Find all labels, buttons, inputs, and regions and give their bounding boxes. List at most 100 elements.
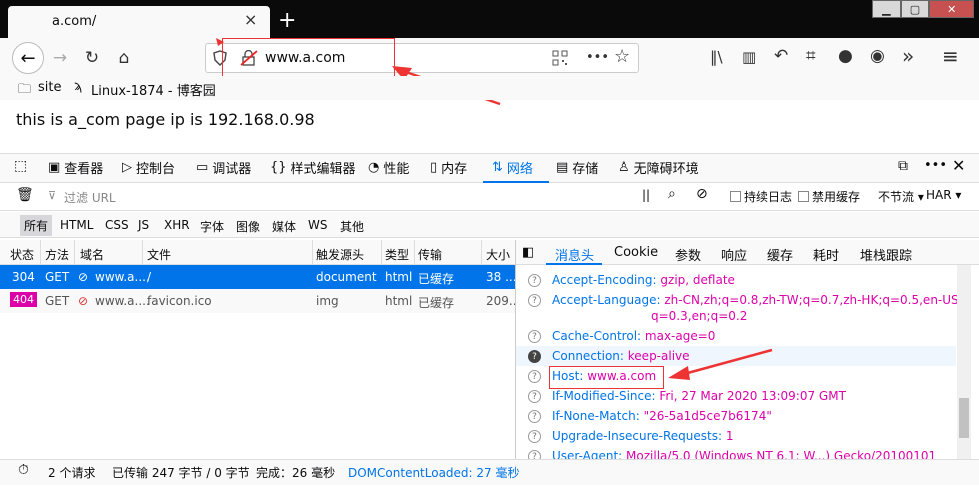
- filter-font[interactable]: 字体: [200, 218, 224, 235]
- element-picker-icon[interactable]: ⬚: [14, 158, 27, 174]
- bookmark-site[interactable]: site: [38, 80, 61, 95]
- disable-cache-checkbox[interactable]: 禁用缓存: [798, 188, 860, 205]
- toggle-sidebar-icon[interactable]: ◧: [522, 245, 534, 260]
- tab-params[interactable]: 参数: [675, 245, 701, 264]
- new-tab-button[interactable]: +: [278, 8, 296, 33]
- style-editor-icon: {}: [270, 160, 287, 175]
- bookmark-star-icon[interactable]: ☆: [614, 46, 630, 67]
- filter-html[interactable]: HTML: [60, 218, 93, 232]
- qr-code-icon[interactable]: [552, 50, 568, 66]
- bookmark-blog[interactable]: Linux-1874 - 博客园: [91, 80, 216, 99]
- tab-stack-trace[interactable]: 堆栈跟踪: [860, 245, 912, 264]
- help-icon[interactable]: ?: [528, 410, 541, 423]
- col-domain[interactable]: 域名: [80, 246, 104, 263]
- header-row[interactable]: Accept-Language: zh-CN,zh;q=0.8,zh-TW;q=…: [552, 293, 963, 307]
- help-icon[interactable]: ?: [528, 330, 541, 343]
- persist-logs-checkbox[interactable]: 持续日志: [730, 188, 792, 205]
- dock-icon[interactable]: ⧉: [898, 158, 908, 174]
- tab-style-editor[interactable]: {} 样式编辑器: [270, 158, 356, 177]
- col-size[interactable]: 大小: [486, 246, 510, 263]
- tab-accessibility[interactable]: ♙ 无障碍环境: [618, 158, 699, 177]
- forward-button[interactable]: →: [48, 46, 72, 70]
- help-icon[interactable]: ?: [528, 390, 541, 403]
- close-window-button[interactable]: ✕: [929, 0, 975, 18]
- checkbox[interactable]: [798, 191, 809, 202]
- annotation-box-host: [549, 366, 664, 389]
- library-icon[interactable]: ‖\: [710, 48, 723, 66]
- browser-tab[interactable]: [8, 6, 270, 38]
- window-controls: ▁ ▢ ✕: [872, 0, 975, 20]
- help-icon[interactable]: ?: [528, 430, 541, 443]
- clear-trash-icon[interactable]: 🗑: [16, 187, 34, 203]
- header-row[interactable]: Accept-Encoding: gzip, deflate: [552, 273, 735, 287]
- pause-icon[interactable]: ||: [642, 188, 650, 202]
- help-icon[interactable]: ?: [528, 294, 541, 307]
- filter-other[interactable]: 其他: [340, 218, 364, 235]
- header-row[interactable]: Cache-Control: max-age=0: [552, 329, 715, 343]
- col-method[interactable]: 方法: [45, 246, 69, 263]
- filter-ws[interactable]: WS: [308, 218, 327, 232]
- account-icon[interactable]: ◉: [870, 46, 885, 66]
- block-icon[interactable]: ⊘: [696, 186, 708, 202]
- filter-all[interactable]: 所有: [20, 215, 53, 236]
- filter-image[interactable]: 图像: [236, 218, 260, 235]
- sidebar-icon[interactable]: ▥: [742, 48, 756, 66]
- throttle-select[interactable]: 不节流 ▾: [878, 188, 924, 205]
- back-button[interactable]: ←: [12, 42, 44, 74]
- cause: img: [316, 294, 339, 308]
- header-row[interactable]: Upgrade-Insecure-Requests: 1: [552, 429, 734, 443]
- devtools-menu-icon[interactable]: •••: [924, 158, 947, 173]
- reload-button[interactable]: ↻: [80, 46, 104, 70]
- tab-response[interactable]: 响应: [721, 245, 747, 264]
- table-row[interactable]: 304 GET ⊘ www.a.... / document html 已缓存 …: [0, 265, 517, 289]
- tab-cookies[interactable]: Cookie: [614, 245, 658, 260]
- tab-network[interactable]: ⇅ 网络: [492, 158, 533, 177]
- help-icon[interactable]: ?: [528, 370, 541, 383]
- table-row[interactable]: 404 GET ⊘ www.a.... favicon.ico img html…: [0, 289, 520, 313]
- col-file[interactable]: 文件: [147, 246, 171, 263]
- maximize-button[interactable]: ▢: [900, 0, 930, 18]
- help-icon[interactable]: ?: [528, 350, 541, 363]
- tab-close-icon[interactable]: ×: [244, 10, 257, 29]
- header-row[interactable]: If-None-Match: "26-5a1d5ce7b6174": [552, 409, 772, 423]
- col-transfer[interactable]: 传输: [418, 246, 442, 263]
- tab-performance[interactable]: ◔ 性能: [368, 158, 409, 177]
- tab-memory[interactable]: ▯ 内存: [430, 158, 467, 177]
- tab-headers[interactable]: 消息头: [555, 245, 594, 264]
- transfer: 已缓存: [418, 296, 455, 310]
- tab-console[interactable]: ▷ 控制台: [122, 158, 175, 177]
- tab-inspector[interactable]: ▣ 查看器: [48, 158, 103, 177]
- tab-cache[interactable]: 缓存: [767, 245, 793, 264]
- page-actions-icon[interactable]: •••: [586, 50, 609, 65]
- transferred-size: 已传输 247 字节 / 0 字节: [112, 466, 250, 480]
- filter-url-input[interactable]: 过滤 URL: [64, 189, 624, 206]
- header-row[interactable]: If-Modified-Since: Fri, 27 Mar 2020 13:0…: [552, 389, 846, 403]
- stopwatch-icon[interactable]: ⏱: [18, 462, 29, 478]
- overflow-icon[interactable]: »: [902, 44, 914, 68]
- tab-timings[interactable]: 耗时: [813, 245, 839, 264]
- filter-js[interactable]: JS: [138, 218, 149, 232]
- annotation-arrow-host: [668, 348, 773, 380]
- filter-media[interactable]: 媒体: [272, 218, 296, 235]
- help-icon[interactable]: ?: [528, 274, 541, 287]
- scrollbar-thumb[interactable]: [959, 398, 969, 438]
- col-cause[interactable]: 触发源头: [316, 246, 364, 263]
- screenshot-icon[interactable]: ⌗: [806, 46, 816, 66]
- home-button[interactable]: ⌂: [112, 46, 136, 70]
- filter-css[interactable]: CSS: [105, 218, 129, 232]
- domain: www.a....: [95, 270, 150, 284]
- col-status[interactable]: 状态: [10, 246, 34, 263]
- devtools-close-icon[interactable]: ✕: [952, 156, 965, 175]
- search-icon[interactable]: ⌕: [668, 186, 676, 202]
- insecure-lock-icon: ⊘: [78, 270, 89, 284]
- har-menu[interactable]: HAR ▾: [926, 188, 961, 202]
- app-menu-icon[interactable]: ≡: [942, 44, 959, 68]
- tab-storage[interactable]: ▤ 存储: [556, 158, 598, 177]
- minimize-button[interactable]: ▁: [872, 0, 901, 18]
- col-type[interactable]: 类型: [385, 246, 409, 263]
- extension-icon[interactable]: ●: [838, 46, 853, 66]
- tab-debugger[interactable]: ▭ 调试器: [196, 158, 251, 177]
- undo-icon[interactable]: ↶: [774, 46, 788, 66]
- filter-xhr[interactable]: XHR: [164, 218, 190, 232]
- checkbox[interactable]: [730, 191, 741, 202]
